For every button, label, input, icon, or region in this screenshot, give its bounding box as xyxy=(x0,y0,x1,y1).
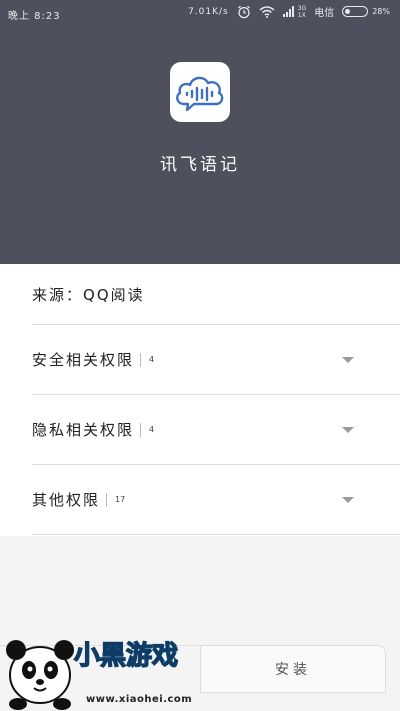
chevron-down-icon[interactable] xyxy=(342,426,354,433)
app-header: 晚上 8:23 7.01K/s 3G 1X 电信 28% 讯飞语记 xyxy=(0,0,400,264)
wifi-icon xyxy=(259,5,275,18)
source-value: QQ阅读 xyxy=(83,285,145,304)
battery-icon xyxy=(342,6,369,17)
divider xyxy=(140,422,142,437)
chevron-down-icon[interactable] xyxy=(342,356,354,363)
permission-list: 来源： QQ阅读 安全相关权限 4 隐私相关权限 4 其他权限 17 xyxy=(0,264,400,536)
svg-text:小黑游戏: 小黑游戏 xyxy=(74,641,178,671)
alarm-clock-icon xyxy=(237,5,250,18)
source-label: 来源： xyxy=(32,285,84,304)
permission-count: 4 xyxy=(149,425,155,434)
divider xyxy=(140,352,142,367)
source-row: 来源： QQ阅读 xyxy=(32,264,400,325)
network-type-top: 3G xyxy=(297,4,307,12)
cloud-soundwave-icon xyxy=(176,76,224,112)
battery-level xyxy=(344,8,351,14)
permission-count: 4 xyxy=(149,355,155,364)
app-name: 讯飞语记 xyxy=(160,155,240,175)
panda-mascot-icon xyxy=(6,640,74,710)
permission-group-other[interactable]: 其他权限 17 xyxy=(32,465,400,535)
chevron-down-icon[interactable] xyxy=(342,496,354,503)
install-button[interactable]: 安装 xyxy=(200,645,386,693)
status-bar: 晚上 8:23 7.01K/s 3G 1X 电信 28% xyxy=(0,0,400,26)
carrier-name: 电信 xyxy=(314,8,335,19)
network-type: 3G 1X xyxy=(298,5,306,19)
cell-signal-icon xyxy=(282,6,294,17)
status-icons: 7.01K/s 3G 1X 电信 28% xyxy=(180,4,390,20)
app-icon xyxy=(170,62,230,122)
watermark-url: www.xiaohei.com xyxy=(86,694,193,705)
watermark-logo: 小黑游戏 xyxy=(73,640,178,671)
permission-group-privacy[interactable]: 隐私相关权限 4 xyxy=(32,395,400,465)
battery-percent: 28% xyxy=(372,7,390,16)
permission-group-security[interactable]: 安全相关权限 4 xyxy=(32,325,400,395)
status-time: 晚上 8:23 xyxy=(8,11,61,22)
network-speed: 7.01K/s xyxy=(188,6,229,17)
divider xyxy=(106,492,108,507)
permission-count: 17 xyxy=(115,495,126,504)
site-watermark: 小黑游戏 www.xiaohei.com xyxy=(0,620,210,711)
network-type-bottom: 1X xyxy=(297,11,306,19)
permission-group-label: 其他权限 xyxy=(32,491,101,509)
permission-group-label: 安全相关权限 xyxy=(32,351,135,369)
permission-group-label: 隐私相关权限 xyxy=(32,421,135,439)
